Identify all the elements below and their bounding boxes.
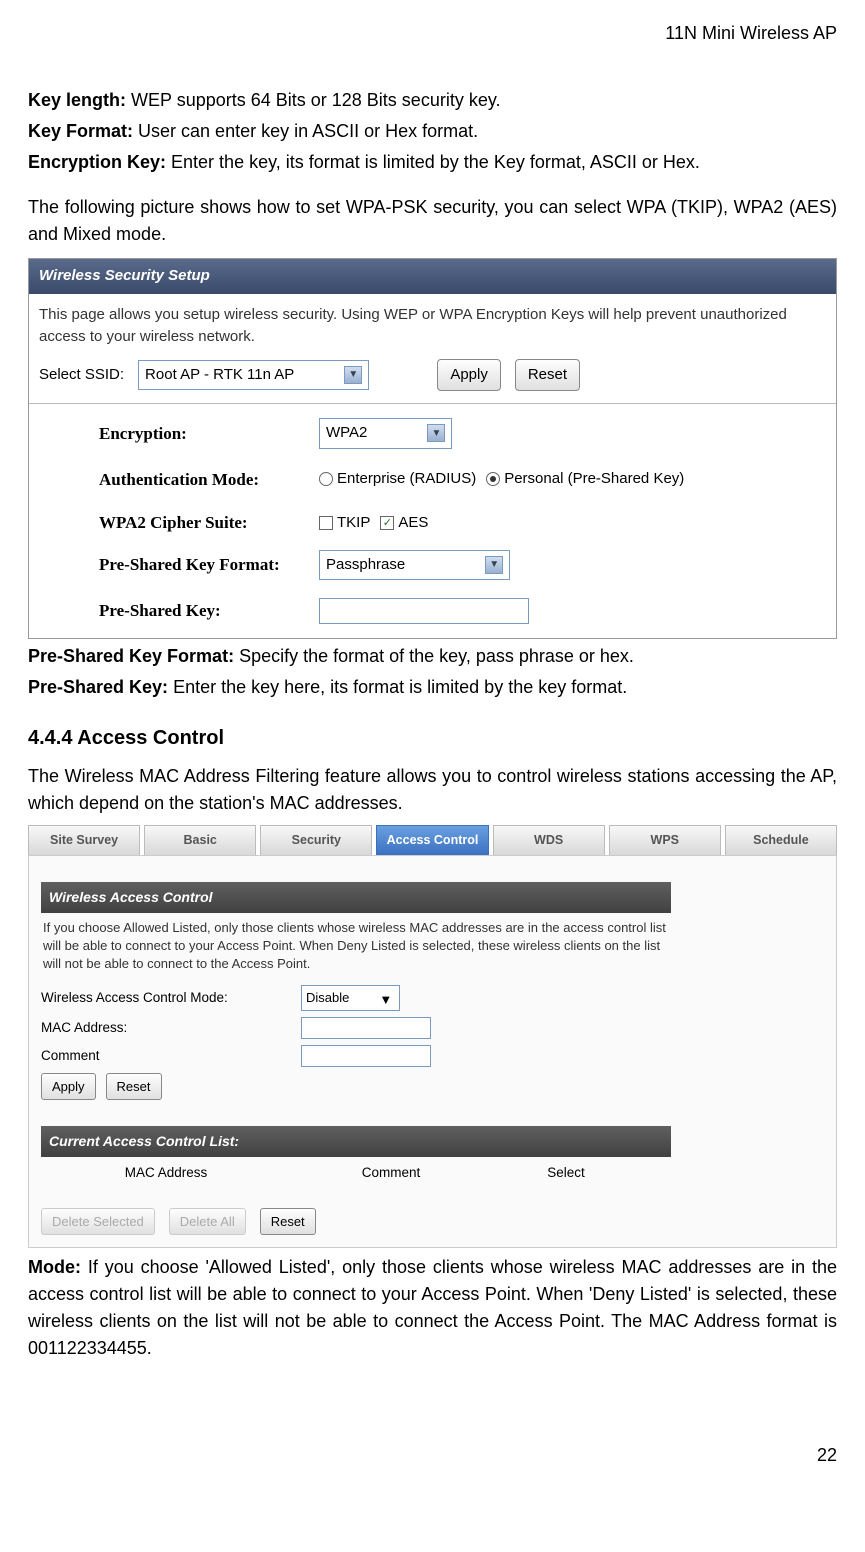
reset-button[interactable]: Reset [515,359,580,392]
input-psk-key[interactable] [319,598,529,624]
radio-label-enterprise: Enterprise (RADIUS) [337,468,476,491]
delete-selected-button[interactable]: Delete Selected [41,1208,155,1236]
heading-access-control: 4.4.4 Access Control [28,723,837,753]
label-access-mode: Wireless Access Control Mode: [41,988,301,1008]
col-comment: Comment [291,1163,491,1183]
screenshot-access-control: Site Survey Basic Security Access Contro… [28,825,837,1248]
radio-icon-checked [486,472,500,486]
definition-key-format: Key Format: User can enter key in ASCII … [28,118,837,145]
select-encryption[interactable]: WPA2 ▼ [319,418,452,449]
label-comment: Comment [41,1046,301,1066]
label-mac-address: MAC Address: [41,1018,301,1038]
definition-psk-format: Pre-Shared Key Format: Specify the forma… [28,643,837,670]
select-psk-format-value: Passphrase [326,554,405,577]
radio-enterprise[interactable]: Enterprise (RADIUS) [319,468,476,491]
select-psk-format[interactable]: Passphrase ▼ [319,550,510,581]
label-select-ssid: Select SSID: [39,364,124,387]
chevron-down-icon: ▼ [427,424,445,442]
table-header: MAC Address Comment Select [41,1157,824,1189]
text-key-length: WEP supports 64 Bits or 128 Bits securit… [126,90,500,110]
definition-key-length: Key length: WEP supports 64 Bits or 128 … [28,87,837,114]
label-encryption-key: Encryption Key: [28,152,166,172]
radio-label-personal: Personal (Pre-Shared Key) [504,468,684,491]
radio-personal[interactable]: Personal (Pre-Shared Key) [486,468,684,491]
paragraph-access-control: The Wireless MAC Address Filtering featu… [28,763,837,817]
tab-access-control[interactable]: Access Control [376,825,488,855]
apply-button[interactable]: Apply [41,1073,96,1101]
delete-all-button[interactable]: Delete All [169,1208,246,1236]
reset-button[interactable]: Reset [106,1073,162,1101]
page-number: 22 [28,1442,837,1469]
col-select: Select [491,1163,641,1183]
panel-title-wireless-security: Wireless Security Setup [29,259,836,294]
definition-encryption-key: Encryption Key: Enter the key, its forma… [28,149,837,176]
tab-site-survey[interactable]: Site Survey [28,825,140,855]
tab-security[interactable]: Security [260,825,372,855]
panel-description: This page allows you setup wireless secu… [29,294,836,355]
definition-mode: Mode: If you choose 'Allowed Listed', on… [28,1254,837,1362]
label-key-format: Key Format: [28,121,133,141]
label-mode-def: Mode: [28,1257,81,1277]
checkbox-label-tkip: TKIP [337,512,370,535]
label-auth-mode: Authentication Mode: [99,467,319,493]
text-key-format: User can enter key in ASCII or Hex forma… [133,121,478,141]
label-key-length: Key length: [28,90,126,110]
checkbox-tkip[interactable]: TKIP [319,512,370,535]
reset-button[interactable]: Reset [260,1208,316,1236]
chevron-down-icon: ▼ [379,990,395,1006]
text-psk-key-def: Enter the key here, its format is limite… [168,677,627,697]
label-cipher-suite: WPA2 Cipher Suite: [99,510,319,536]
text-psk-format-def: Specify the format of the key, pass phra… [234,646,634,666]
panel-title-access-control: Wireless Access Control [41,882,671,913]
checkbox-aes[interactable]: ✓ AES [380,512,428,535]
checkbox-label-aes: AES [398,512,428,535]
text-mode-def: If you choose 'Allowed Listed', only tho… [28,1257,837,1358]
tab-basic[interactable]: Basic [144,825,256,855]
select-access-mode[interactable]: Disable ▼ [301,985,400,1011]
tab-schedule[interactable]: Schedule [725,825,837,855]
chevron-down-icon: ▼ [485,556,503,574]
chevron-down-icon: ▼ [344,366,362,384]
checkbox-icon-checked: ✓ [380,516,394,530]
label-psk-key: Pre-Shared Key: [99,598,319,624]
label-psk-key-def: Pre-Shared Key: [28,677,168,697]
tab-wps[interactable]: WPS [609,825,721,855]
definition-psk-key: Pre-Shared Key: Enter the key here, its … [28,674,837,701]
label-psk-format-def: Pre-Shared Key Format: [28,646,234,666]
select-access-mode-value: Disable [306,988,349,1008]
input-comment[interactable] [301,1045,431,1067]
apply-button[interactable]: Apply [437,359,501,392]
select-encryption-value: WPA2 [326,422,367,445]
text-encryption-key: Enter the key, its format is limited by … [166,152,700,172]
radio-icon [319,472,333,486]
tab-bar: Site Survey Basic Security Access Contro… [28,825,837,855]
screenshot-wireless-security: Wireless Security Setup This page allows… [28,258,837,639]
select-ssid-value: Root AP - RTK 11n AP [145,364,294,387]
document-header: 11N Mini Wireless AP [28,20,837,47]
label-encryption: Encryption: [99,421,319,447]
checkbox-icon [319,516,333,530]
tab-wds[interactable]: WDS [493,825,605,855]
label-psk-format: Pre-Shared Key Format: [99,552,319,578]
panel-title-current-list: Current Access Control List: [41,1126,671,1157]
panel-description-access: If you choose Allowed Listed, only those… [41,913,671,980]
input-mac-address[interactable] [301,1017,431,1039]
col-mac-address: MAC Address [41,1163,291,1183]
select-ssid[interactable]: Root AP - RTK 11n AP ▼ [138,360,369,391]
paragraph-wpa-intro: The following picture shows how to set W… [28,194,837,248]
